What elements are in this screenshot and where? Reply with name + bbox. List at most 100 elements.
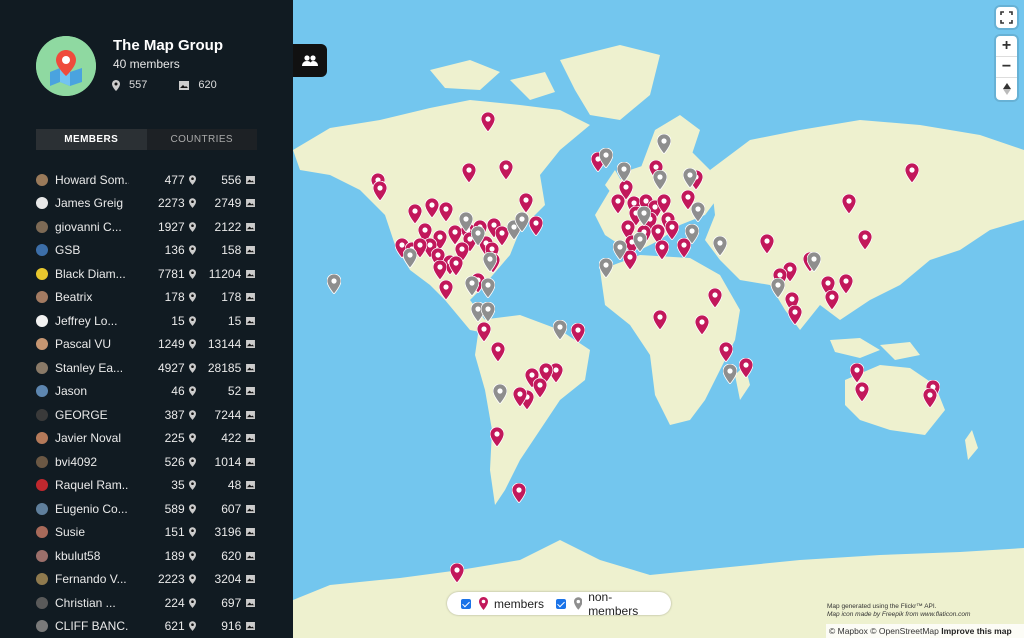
compass-button[interactable]	[996, 78, 1017, 99]
non-member-map-pin[interactable]	[683, 168, 697, 188]
member-map-pin[interactable]	[825, 290, 839, 310]
non-member-map-pin[interactable]	[723, 364, 737, 384]
member-row[interactable]: Howard Som... 477 556	[36, 168, 256, 192]
member-map-pin[interactable]	[653, 310, 667, 330]
member-row[interactable]: Pascal VU 1249 13144	[36, 333, 256, 357]
member-map-pin[interactable]	[855, 382, 869, 402]
non-member-map-pin[interactable]	[481, 302, 495, 322]
member-map-pin[interactable]	[739, 358, 753, 378]
member-map-pin[interactable]	[842, 194, 856, 214]
non-member-map-pin[interactable]	[613, 240, 627, 260]
non-member-map-pin[interactable]	[617, 162, 631, 182]
attrib-osm-link[interactable]: © OpenStreetMap	[870, 626, 939, 636]
member-name: bvi4092	[55, 454, 98, 469]
zoom-out-button[interactable]: −	[996, 57, 1017, 78]
location-pin-icon	[188, 456, 198, 467]
non-member-map-pin[interactable]	[713, 236, 727, 256]
member-map-pin[interactable]	[449, 256, 463, 276]
non-member-map-pin[interactable]	[483, 252, 497, 272]
member-row[interactable]: Beatrix 178 178	[36, 286, 256, 310]
member-map-pin[interactable]	[760, 234, 774, 254]
member-row[interactable]: CLIFF BANC... 621 916	[36, 615, 256, 638]
member-row[interactable]: James Greig 2273 2749	[36, 192, 256, 216]
member-map-pin[interactable]	[433, 260, 447, 280]
non-member-map-pin[interactable]	[685, 224, 699, 244]
member-row[interactable]: giovanni C... 1927 2122	[36, 215, 256, 239]
member-map-pin[interactable]	[655, 240, 669, 260]
member-map-pin[interactable]	[611, 194, 625, 214]
non-member-map-pin[interactable]	[327, 274, 341, 294]
non-member-map-pin[interactable]	[657, 134, 671, 154]
member-row[interactable]: GEORGE 387 7244	[36, 403, 256, 427]
member-map-pin[interactable]	[905, 163, 919, 183]
member-map-pin[interactable]	[513, 387, 527, 407]
member-map-pin[interactable]	[373, 181, 387, 201]
member-map-pin[interactable]	[439, 202, 453, 222]
member-map-pin[interactable]	[425, 198, 439, 218]
members-checkbox[interactable]	[461, 598, 471, 609]
attrib-mapbox-link[interactable]: © Mapbox	[829, 626, 868, 636]
tab-members[interactable]: MEMBERS	[36, 129, 147, 150]
member-map-pin[interactable]	[839, 274, 853, 294]
member-row[interactable]: Raquel Ram... 35 48	[36, 474, 256, 498]
member-row[interactable]: Susie 151 3196	[36, 521, 256, 545]
member-map-pin[interactable]	[491, 342, 505, 362]
non-member-map-pin[interactable]	[481, 278, 495, 298]
member-row[interactable]: Jason 46 52	[36, 380, 256, 404]
member-map-pin[interactable]	[850, 363, 864, 383]
non-member-map-pin[interactable]	[599, 148, 613, 168]
member-map-pin[interactable]	[477, 322, 491, 342]
member-map-pin[interactable]	[462, 163, 476, 183]
member-map-pin[interactable]	[657, 194, 671, 214]
member-map-pin[interactable]	[529, 216, 543, 236]
member-map-pin[interactable]	[450, 563, 464, 583]
non-member-map-pin[interactable]	[493, 384, 507, 404]
member-map-pin[interactable]	[512, 483, 526, 503]
member-map-pin[interactable]	[439, 280, 453, 300]
member-map-pin[interactable]	[695, 315, 709, 335]
non-member-map-pin[interactable]	[691, 202, 705, 222]
members-toggle-button[interactable]	[293, 44, 327, 77]
member-row[interactable]: Fernando V... 2223 3204	[36, 568, 256, 592]
fullscreen-button[interactable]	[996, 7, 1017, 28]
non-member-map-pin[interactable]	[465, 276, 479, 296]
member-map-pin[interactable]	[708, 288, 722, 308]
member-map-pin[interactable]	[858, 230, 872, 250]
member-row[interactable]: bvi4092 526 1014	[36, 450, 256, 474]
member-map-pin[interactable]	[533, 378, 547, 398]
member-map-pin[interactable]	[571, 323, 585, 343]
member-row[interactable]: Black Diam... 7781 11204	[36, 262, 256, 286]
non-member-map-pin[interactable]	[653, 170, 667, 190]
non-member-map-pin[interactable]	[471, 226, 485, 246]
member-row[interactable]: Eugenio Co... 589 607	[36, 497, 256, 521]
non-member-map-pin[interactable]	[633, 232, 647, 252]
member-row[interactable]: kbulut58 189 620	[36, 544, 256, 568]
member-map-pin[interactable]	[519, 193, 533, 213]
member-map-pin[interactable]	[788, 305, 802, 325]
non-member-map-pin[interactable]	[403, 248, 417, 268]
non-member-map-pin[interactable]	[553, 320, 567, 340]
member-map-pin[interactable]	[923, 388, 937, 408]
non-member-map-pin[interactable]	[599, 258, 613, 278]
member-map-pin[interactable]	[490, 427, 504, 447]
member-map-pin[interactable]	[408, 204, 422, 224]
non-members-checkbox[interactable]	[556, 598, 566, 609]
member-pin-count: 477	[164, 172, 185, 187]
member-row[interactable]: Stanley Ea... 4927 28185	[36, 356, 256, 380]
member-row[interactable]: Jeffrey Lo... 15 15	[36, 309, 256, 333]
tab-countries[interactable]: COUNTRIES	[146, 129, 257, 150]
member-map-pin[interactable]	[665, 220, 679, 240]
member-name: Javier Noval	[55, 431, 122, 446]
member-row[interactable]: Christian ... 224 697	[36, 591, 256, 615]
improve-map-link[interactable]: Improve this map	[941, 626, 1011, 636]
member-map-pin[interactable]	[719, 342, 733, 362]
member-row[interactable]: Javier Noval 225 422	[36, 427, 256, 451]
non-member-map-pin[interactable]	[637, 206, 651, 226]
non-member-map-pin[interactable]	[515, 212, 529, 232]
non-member-map-pin[interactable]	[807, 252, 821, 272]
member-map-pin[interactable]	[481, 112, 495, 132]
zoom-in-button[interactable]: +	[996, 36, 1017, 57]
member-row[interactable]: GSB 136 158	[36, 239, 256, 263]
non-member-map-pin[interactable]	[771, 278, 785, 298]
member-map-pin[interactable]	[499, 160, 513, 180]
